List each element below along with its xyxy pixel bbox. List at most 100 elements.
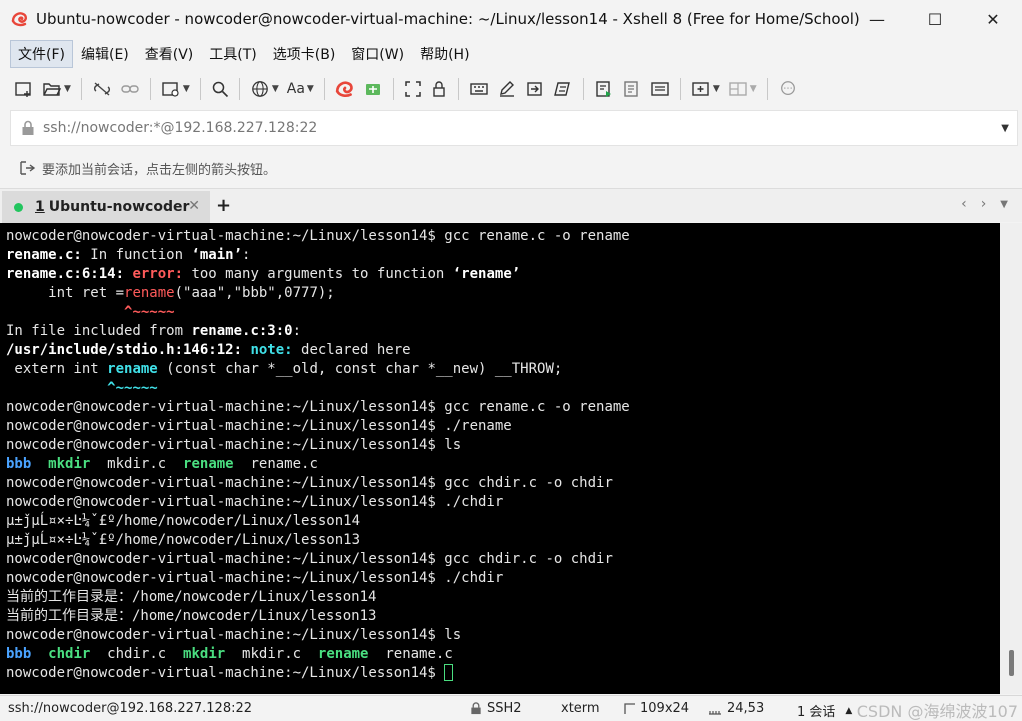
disconnect-button[interactable]	[88, 74, 116, 104]
terminal-text-segment: rename.c	[233, 456, 318, 472]
terminal-text-segment: rename.c:3:0	[191, 323, 293, 339]
terminal-text-segment: (const char *__old, const char *__new) _…	[157, 361, 563, 377]
window-title: Ubuntu-nowcoder - nowcoder@nowcoder-virt…	[36, 10, 860, 28]
status-term: xterm	[561, 701, 600, 716]
unlink-icon	[93, 82, 110, 96]
terminal-text-segment: ^~~~~~	[107, 380, 158, 396]
tab-prev-icon[interactable]: ‹	[961, 196, 967, 212]
terminal-text-segment: nowcoder@nowcoder-virtual-machine:~/Linu…	[6, 665, 445, 681]
minimize-button[interactable]: —	[848, 0, 906, 38]
menu-window[interactable]: 窗口(W)	[343, 40, 412, 68]
terminal-line: extern int rename (const char *__old, co…	[6, 360, 1000, 379]
send-key-button[interactable]	[521, 74, 549, 104]
chevron-down-icon[interactable]: ▼	[1001, 123, 1009, 134]
maximize-button[interactable]: ☐	[906, 0, 964, 38]
terminal-text-segment: int ret =	[6, 285, 125, 301]
chevron-down-icon: ▼	[182, 84, 190, 94]
new-tab-group-button[interactable]: ▼	[687, 74, 724, 104]
xshell-button[interactable]	[331, 74, 359, 104]
menu-tools[interactable]: 工具(T)	[201, 40, 264, 68]
terminal-line: rename.c: In function ‘main’:	[6, 246, 1000, 265]
notes-button[interactable]	[646, 74, 674, 104]
terminal-text-segment: declared here	[301, 342, 411, 358]
close-button[interactable]: ✕	[964, 0, 1022, 38]
chevron-down-icon: ▼	[712, 84, 720, 94]
protocol-label: SSH2	[487, 701, 522, 716]
title-bar: Ubuntu-nowcoder - nowcoder@nowcoder-virt…	[0, 0, 1022, 38]
terminal-text-segment: rename	[124, 285, 175, 301]
font-button[interactable]: Aa ▼	[283, 74, 318, 104]
terminal-line: nowcoder@nowcoder-virtual-machine:~/Linu…	[6, 493, 1000, 512]
fullscreen-button[interactable]	[400, 74, 426, 104]
menu-help[interactable]: 帮助(H)	[412, 40, 477, 68]
script-button[interactable]	[549, 74, 577, 104]
search-icon	[212, 81, 228, 98]
terminal-text-segment: bbb	[6, 646, 32, 662]
reconnect-button[interactable]	[116, 74, 144, 104]
add-session-arrow-icon[interactable]	[18, 160, 36, 176]
terminal-text-segment: nowcoder@nowcoder-virtual-machine:~/Linu…	[6, 418, 512, 434]
chevron-down-icon: ▼	[749, 84, 757, 94]
terminal-text-segment: extern int	[6, 361, 108, 377]
fullscreen-icon	[405, 81, 421, 97]
pen-icon	[499, 81, 514, 97]
terminal-text-segment: 当前的工作目录是：/home/nowcoder/Linux/lesson14	[6, 589, 377, 605]
position-label: 24,53	[727, 701, 765, 716]
find-button[interactable]	[207, 74, 233, 104]
keyboard-button[interactable]	[465, 74, 493, 104]
menu-view[interactable]: 查看(V)	[137, 40, 202, 68]
terminal-line: int ret =rename("aaa","bbb",0777);	[6, 284, 1000, 303]
lock-button[interactable]	[426, 74, 452, 104]
chevron-down-icon: ▼	[271, 84, 279, 94]
tab-close-icon[interactable]: ✕	[188, 198, 200, 214]
globe-icon	[252, 81, 268, 97]
toolbar-separator	[457, 78, 459, 100]
terminal-line: nowcoder@nowcoder-virtual-machine:~/Linu…	[6, 474, 1000, 493]
tab-bar: 1 Ubuntu-nowcoder ✕ + ‹ › ▼	[0, 188, 1022, 223]
terminal-text-segment: nowcoder@nowcoder-virtual-machine:~/Linu…	[6, 475, 613, 491]
terminal-output[interactable]: nowcoder@nowcoder-virtual-machine:~/Linu…	[0, 223, 1000, 694]
encoding-button[interactable]: ▼	[246, 74, 283, 104]
sessions-up-icon[interactable]: ▲	[845, 706, 852, 716]
xshell-logo-icon	[10, 9, 30, 29]
terminal-line: µ±ǰµĹ¤×÷Ŀ¼ˇ£º/home/nowcoder/Linux/lesson…	[6, 512, 1000, 531]
menu-file[interactable]: 文件(F)	[10, 40, 73, 68]
terminal-text-segment: In function	[81, 247, 192, 263]
menu-edit[interactable]: 编辑(E)	[73, 40, 137, 68]
add-tab-button[interactable]: +	[216, 195, 231, 216]
terminal-text-segment: nowcoder@nowcoder-virtual-machine:~/Linu…	[6, 437, 462, 453]
tab-ubuntu-nowcoder[interactable]: 1 Ubuntu-nowcoder ✕	[2, 191, 210, 223]
window-controls: — ☐ ✕	[848, 0, 1022, 38]
terminal-scrollbar[interactable]	[1000, 223, 1022, 694]
status-protocol: SSH2	[470, 701, 522, 716]
terminal-text-segment: nowcoder@nowcoder-virtual-machine:~/Linu…	[6, 551, 613, 567]
properties-button[interactable]: ▼	[157, 74, 194, 104]
new-session-button[interactable]	[10, 74, 38, 104]
log-button[interactable]	[618, 74, 646, 104]
chat-button[interactable]	[774, 74, 802, 104]
layout-button[interactable]: ▼	[724, 74, 761, 104]
link-icon	[121, 85, 139, 93]
toolbar-separator	[323, 78, 325, 100]
tab-menu-icon[interactable]: ▼	[1000, 196, 1008, 212]
tab-next-icon[interactable]: ›	[981, 196, 987, 212]
run-script-button[interactable]	[590, 74, 618, 104]
scrollbar-thumb[interactable]	[1009, 650, 1014, 676]
terminal-text-segment: rename	[183, 456, 234, 472]
status-position: 24,53	[708, 701, 764, 716]
terminal-text-segment: chdir.c	[90, 646, 184, 662]
toolbar: ▼ ▼ ▼ Aa ▼ ▼ ▼	[10, 72, 802, 106]
new-session-icon	[15, 82, 31, 97]
xftp-button[interactable]	[359, 74, 387, 104]
highlight-button[interactable]	[493, 74, 521, 104]
keyboard-icon	[470, 83, 488, 95]
terminal-line: nowcoder@nowcoder-virtual-machine:~/Linu…	[6, 550, 1000, 569]
notes-icon	[651, 82, 669, 96]
status-sessions: 1 会话 ▲	[797, 701, 852, 720]
open-session-button[interactable]: ▼	[38, 74, 75, 104]
terminal-text-segment: mkdir	[48, 456, 91, 472]
menu-tab[interactable]: 选项卡(B)	[265, 40, 344, 68]
address-input[interactable]	[43, 120, 943, 136]
terminal-text-segment: nowcoder@nowcoder-virtual-machine:~/Linu…	[6, 494, 504, 510]
